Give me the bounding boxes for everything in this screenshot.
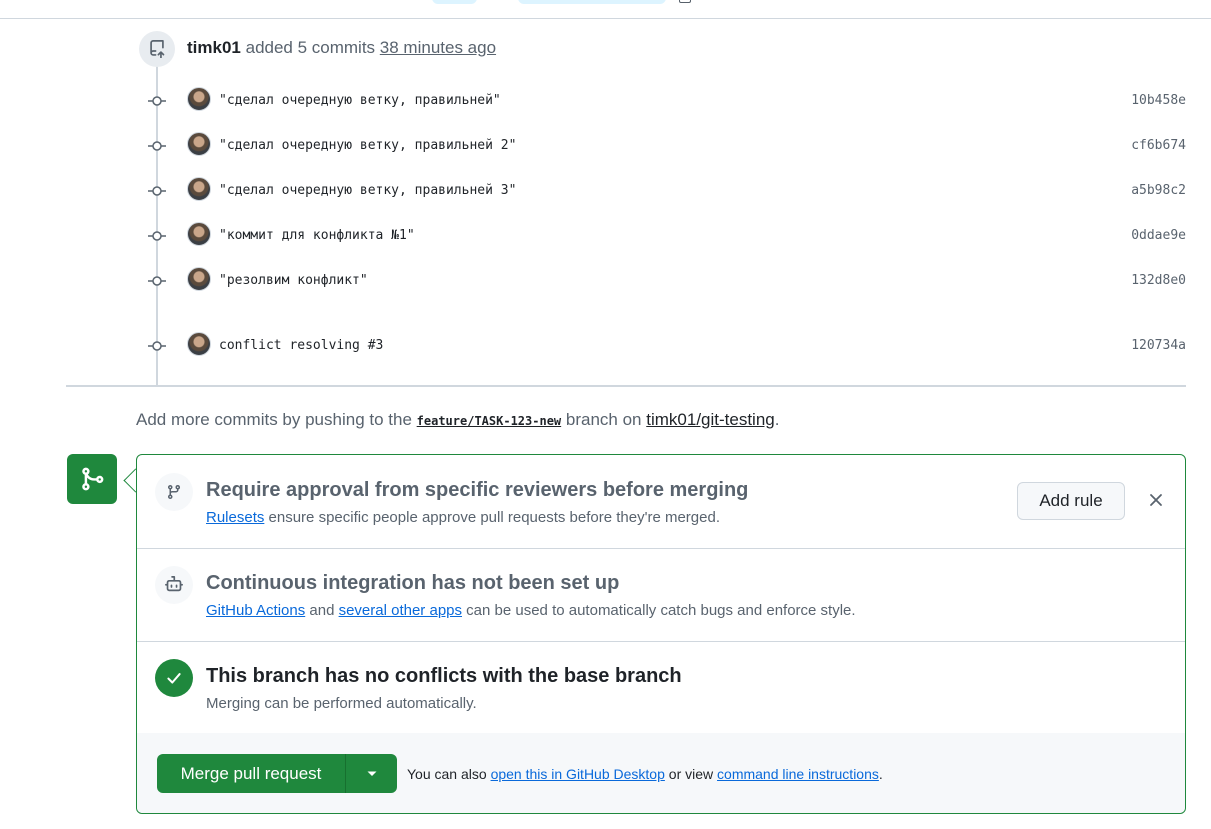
repo-link[interactable]: timk01/git-testing <box>646 410 775 429</box>
git-branch-icon <box>155 473 193 511</box>
event-user-link[interactable]: timk01 <box>187 38 241 57</box>
merge-button-group: Merge pull request <box>157 754 397 793</box>
ci-desc: GitHub Actions and several other apps ca… <box>206 602 856 619</box>
push-hint: Add more commits by pushing to the featu… <box>136 410 779 430</box>
git-commit-icon <box>148 186 166 196</box>
ci-desc-mid: and <box>309 602 335 619</box>
commit-row: conflict resolving #3 120734a <box>140 332 1190 360</box>
commit-message-link[interactable]: "коммит для конфликта №1" <box>219 228 415 243</box>
merge-box: Require approval from specific reviewers… <box>136 454 1186 814</box>
conflicts-section: This branch has no conflicts with the ba… <box>137 641 1185 734</box>
check-icon <box>155 659 193 697</box>
merge-footer: Merge pull request You can also open thi… <box>137 733 1185 813</box>
push-hint-suffix: . <box>774 410 780 429</box>
author-avatar[interactable] <box>187 332 211 356</box>
push-event-header: timk01 added 5 commits 38 minutes ago <box>187 38 496 58</box>
label-pill <box>432 0 477 4</box>
commit-sha-link[interactable]: 120734a <box>1131 338 1186 353</box>
conflicts-title: This branch has no conflicts with the ba… <box>206 665 682 687</box>
ci-title: Continuous integration has not been set … <box>206 572 620 594</box>
commit-row: "коммит для конфликта №1" 0ddae9e <box>140 222 1190 250</box>
commit-row: "сделал очередную ветку, правильней 3" a… <box>140 177 1190 205</box>
top-header-strip <box>0 0 1211 19</box>
merge-pull-request-button[interactable]: Merge pull request <box>157 754 346 793</box>
author-avatar[interactable] <box>187 267 211 291</box>
commit-sha-link[interactable]: a5b98c2 <box>1131 183 1186 198</box>
footer-text-3: . <box>878 766 883 782</box>
commit-row: "резолвим конфликт" 132d8e0 <box>140 267 1190 295</box>
git-commit-icon <box>148 341 166 351</box>
other-apps-link[interactable]: several other apps <box>339 602 462 619</box>
ci-desc-text: can be used to automatically catch bugs … <box>466 602 856 619</box>
git-merge-icon <box>67 454 117 504</box>
git-commit-icon <box>148 231 166 241</box>
author-avatar[interactable] <box>187 132 211 156</box>
copy-icon[interactable] <box>679 0 691 3</box>
footer-text-2: or view <box>668 766 714 782</box>
conflicts-desc: Merging can be performed automatically. <box>206 695 477 712</box>
commit-message-link[interactable]: "сделал очередную ветку, правильней" <box>219 93 501 108</box>
review-desc: Rulesets ensure specific people approve … <box>206 509 720 526</box>
command-line-link[interactable]: command line instructions <box>717 766 879 782</box>
label-pill <box>518 0 666 4</box>
review-desc-text: ensure specific people approve pull requ… <box>268 509 720 526</box>
robot-icon <box>155 566 193 604</box>
commit-sha-link[interactable]: 0ddae9e <box>1131 228 1186 243</box>
commit-sha-link[interactable]: 132d8e0 <box>1131 273 1186 288</box>
commit-message-link[interactable]: "резолвим конфликт" <box>219 273 368 288</box>
push-hint-prefix: Add more commits by pushing to the <box>136 410 412 429</box>
triangle-down-icon <box>367 771 376 776</box>
timeline-divider <box>66 385 1186 387</box>
commit-row: "сделал очередную ветку, правильней 2" c… <box>140 132 1190 160</box>
open-desktop-link[interactable]: open this in GitHub Desktop <box>491 766 665 782</box>
branch-name-link[interactable]: feature/TASK-123-new <box>416 414 562 428</box>
merge-footer-text: You can also open this in GitHub Desktop… <box>407 766 883 782</box>
commit-row: "сделал очередную ветку, правильней" 10b… <box>140 87 1190 115</box>
rulesets-link[interactable]: Rulesets <box>206 509 264 526</box>
merge-options-dropdown[interactable] <box>346 754 397 793</box>
commit-sha-link[interactable]: 10b458e <box>1131 93 1186 108</box>
footer-text-1: You can also <box>407 766 487 782</box>
push-hint-middle: branch on <box>565 410 642 429</box>
git-commit-icon <box>148 96 166 106</box>
github-actions-link[interactable]: GitHub Actions <box>206 602 305 619</box>
git-commit-icon <box>148 141 166 151</box>
event-time-link[interactable]: 38 minutes ago <box>380 38 496 57</box>
add-rule-button[interactable]: Add rule <box>1017 482 1125 520</box>
review-title: Require approval from specific reviewers… <box>206 479 749 501</box>
review-requirement-section: Require approval from specific reviewers… <box>137 455 1185 549</box>
commit-message-link[interactable]: "сделал очередную ветку, правильней 2" <box>219 138 516 153</box>
repo-push-icon <box>139 31 175 67</box>
commit-sha-link[interactable]: cf6b674 <box>1131 138 1186 153</box>
git-commit-icon <box>148 276 166 286</box>
event-action: added 5 commits <box>245 38 376 57</box>
ci-section: Continuous integration has not been set … <box>137 548 1185 642</box>
author-avatar[interactable] <box>187 87 211 111</box>
author-avatar[interactable] <box>187 177 211 201</box>
author-avatar[interactable] <box>187 222 211 246</box>
commit-message-link[interactable]: "сделал очередную ветку, правильней 3" <box>219 183 516 198</box>
close-icon[interactable] <box>1145 489 1167 511</box>
commit-message-link[interactable]: conflict resolving #3 <box>219 338 383 353</box>
